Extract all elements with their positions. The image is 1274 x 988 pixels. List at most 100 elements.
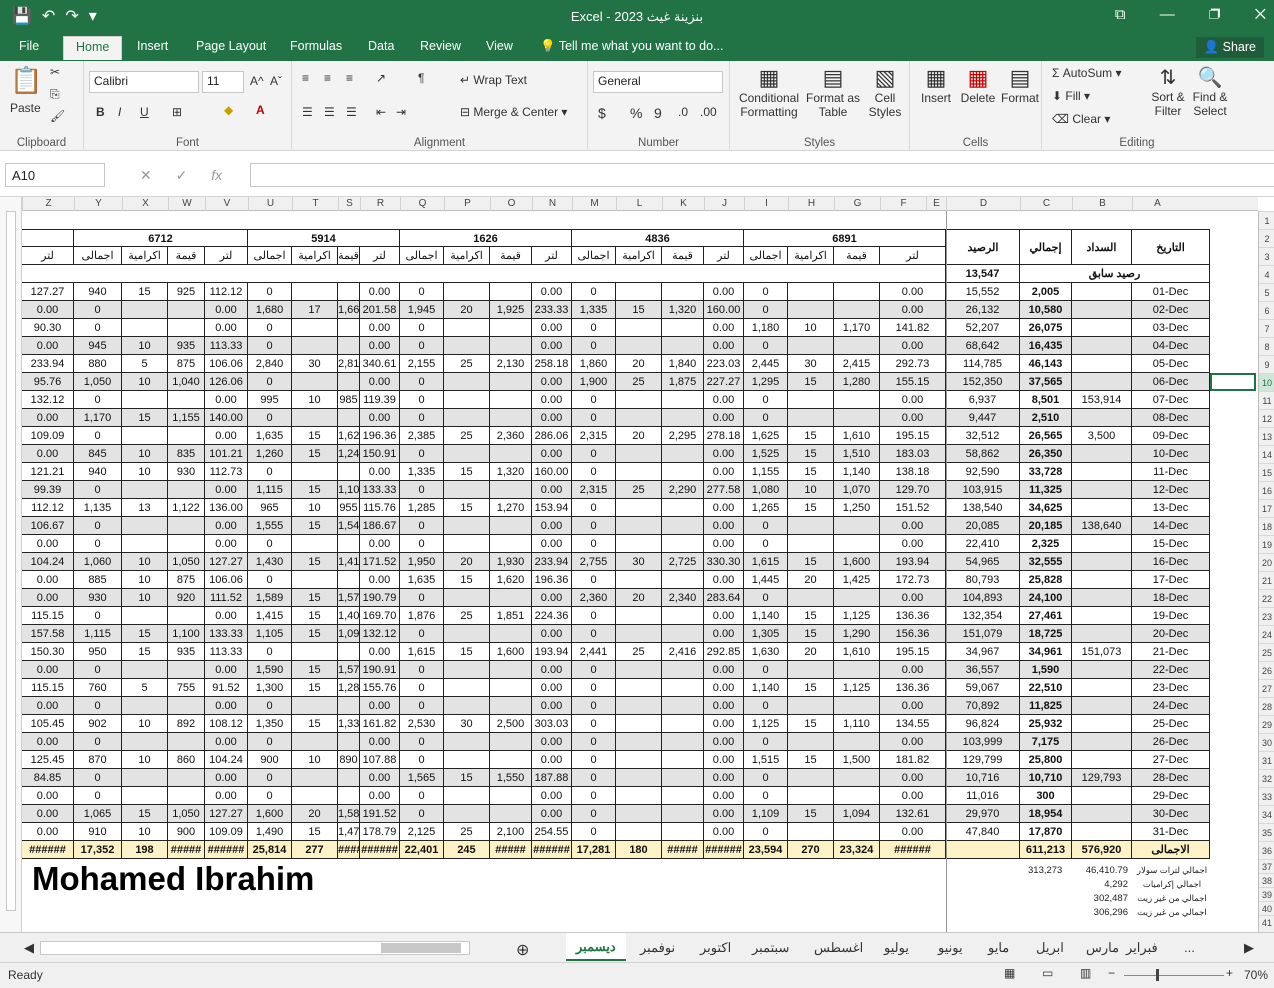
- data-cell[interactable]: 330.30: [704, 553, 744, 571]
- data-cell[interactable]: 20,085: [946, 517, 1020, 535]
- data-cell[interactable]: 16,435: [1020, 337, 1072, 355]
- total-cell[interactable]: #####: [338, 841, 360, 859]
- total-cell[interactable]: 180: [616, 841, 662, 859]
- data-cell[interactable]: 0.00: [360, 283, 400, 301]
- data-cell[interactable]: 1,663: [338, 301, 360, 319]
- data-cell[interactable]: 1,070: [834, 481, 880, 499]
- data-cell[interactable]: 0: [400, 391, 444, 409]
- summary-label[interactable]: اجمالي من غير زيت: [1134, 893, 1210, 904]
- summary-label[interactable]: اجمالي من غير زيت: [1134, 907, 1210, 918]
- date-cell[interactable]: 16-Dec: [1132, 553, 1210, 571]
- sheet-tab[interactable]: ديسمبر: [566, 933, 626, 961]
- data-cell[interactable]: 15: [292, 607, 338, 625]
- row-header[interactable]: 10: [1259, 373, 1274, 391]
- data-cell[interactable]: 10: [122, 715, 168, 733]
- data-cell[interactable]: [616, 679, 662, 697]
- data-cell[interactable]: 2,500: [490, 715, 532, 733]
- data-cell[interactable]: [292, 535, 338, 553]
- data-cell[interactable]: [490, 337, 532, 355]
- data-cell[interactable]: 233.33: [532, 301, 572, 319]
- station-header[interactable]: 6712: [74, 229, 248, 247]
- data-cell[interactable]: 0.00: [360, 463, 400, 481]
- data-cell[interactable]: 1,555: [248, 517, 292, 535]
- data-cell[interactable]: 15: [292, 553, 338, 571]
- date-cell[interactable]: 15-Dec: [1132, 535, 1210, 553]
- data-cell[interactable]: [122, 427, 168, 445]
- data-cell[interactable]: [338, 643, 360, 661]
- zoom-level[interactable]: 70%: [1244, 968, 1268, 982]
- data-cell[interactable]: 1,574: [338, 589, 360, 607]
- data-cell[interactable]: 0.00: [704, 499, 744, 517]
- data-cell[interactable]: [292, 697, 338, 715]
- data-cell[interactable]: [122, 733, 168, 751]
- data-cell[interactable]: 1,300: [248, 679, 292, 697]
- data-cell[interactable]: [662, 499, 704, 517]
- data-cell[interactable]: 0.00: [532, 391, 572, 409]
- data-cell[interactable]: 15: [788, 553, 834, 571]
- row-header[interactable]: 39: [1259, 887, 1274, 901]
- date-cell[interactable]: 05-Dec: [1132, 355, 1210, 373]
- row-header[interactable]: 12: [1259, 409, 1274, 427]
- sub-header[interactable]: قيمة: [490, 247, 532, 265]
- data-cell[interactable]: 10: [292, 499, 338, 517]
- data-cell[interactable]: [490, 679, 532, 697]
- sub-header[interactable]: اكرامية: [616, 247, 662, 265]
- data-cell[interactable]: 58,862: [946, 445, 1020, 463]
- data-cell[interactable]: 1,500: [834, 751, 880, 769]
- data-cell[interactable]: 0.00: [532, 661, 572, 679]
- data-cell[interactable]: 0: [400, 517, 444, 535]
- column-header-w[interactable]: W: [168, 197, 205, 211]
- data-cell[interactable]: 10: [292, 391, 338, 409]
- data-cell[interactable]: 1,475: [338, 823, 360, 841]
- total-cell[interactable]: ######: [532, 841, 572, 859]
- data-cell[interactable]: 0.00: [22, 733, 74, 751]
- row-header[interactable]: 35: [1259, 823, 1274, 841]
- data-cell[interactable]: 25: [444, 823, 490, 841]
- data-cell[interactable]: 20: [444, 301, 490, 319]
- column-header-s[interactable]: S: [338, 197, 360, 211]
- data-cell[interactable]: 1,260: [248, 445, 292, 463]
- data-cell[interactable]: 138,540: [946, 499, 1020, 517]
- data-cell[interactable]: 2,130: [490, 355, 532, 373]
- data-cell[interactable]: 70,892: [946, 697, 1020, 715]
- data-cell[interactable]: [662, 391, 704, 409]
- data-cell[interactable]: [616, 517, 662, 535]
- data-cell[interactable]: 1,115: [248, 481, 292, 499]
- data-cell[interactable]: 15: [788, 625, 834, 643]
- align-bottom-icon[interactable]: ≡: [346, 71, 353, 85]
- sheet-tab[interactable]: سبتمبر: [752, 940, 789, 956]
- data-cell[interactable]: 1,125: [834, 679, 880, 697]
- data-cell[interactable]: 0: [248, 283, 292, 301]
- date-cell[interactable]: 12-Dec: [1132, 481, 1210, 499]
- data-cell[interactable]: 112.12: [22, 499, 74, 517]
- data-cell[interactable]: 1,400: [338, 607, 360, 625]
- data-cell[interactable]: 1,140: [834, 463, 880, 481]
- data-cell[interactable]: 0.00: [704, 751, 744, 769]
- data-cell[interactable]: 26,075: [1020, 319, 1072, 337]
- data-cell[interactable]: 134.55: [880, 715, 946, 733]
- data-cell[interactable]: 121.21: [22, 463, 74, 481]
- data-cell[interactable]: [490, 517, 532, 535]
- data-cell[interactable]: 0: [248, 319, 292, 337]
- data-cell[interactable]: 0.00: [532, 283, 572, 301]
- data-cell[interactable]: 125.45: [22, 751, 74, 769]
- column-header-p[interactable]: P: [444, 197, 490, 211]
- data-cell[interactable]: 30: [616, 553, 662, 571]
- tab-view[interactable]: View: [486, 39, 513, 53]
- data-cell[interactable]: 129.70: [880, 481, 946, 499]
- data-cell[interactable]: 106.06: [205, 355, 248, 373]
- data-cell[interactable]: [490, 283, 532, 301]
- data-cell[interactable]: 0: [400, 661, 444, 679]
- data-cell[interactable]: 0: [74, 535, 122, 553]
- data-cell[interactable]: 132,354: [946, 607, 1020, 625]
- data-cell[interactable]: 0.00: [704, 805, 744, 823]
- data-cell[interactable]: 169.70: [360, 607, 400, 625]
- data-cell[interactable]: [490, 805, 532, 823]
- date-cell[interactable]: 17-Dec: [1132, 571, 1210, 589]
- increase-indent-icon[interactable]: ⇥: [396, 105, 406, 119]
- row-header[interactable]: 40: [1259, 901, 1274, 915]
- row-header[interactable]: 32: [1259, 769, 1274, 787]
- data-cell[interactable]: 0: [744, 409, 788, 427]
- data-cell[interactable]: 0: [744, 535, 788, 553]
- data-cell[interactable]: 0.00: [880, 391, 946, 409]
